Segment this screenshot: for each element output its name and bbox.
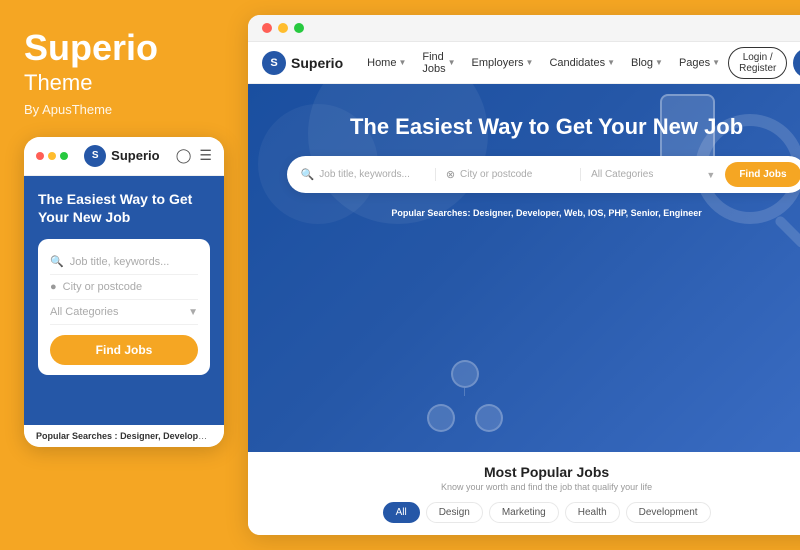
tab-all[interactable]: All: [383, 502, 420, 523]
popular-label: Popular Searches:: [391, 208, 470, 218]
mobile-category-placeholder: All Categories: [50, 306, 118, 318]
desktop-location-field[interactable]: ⊗ City or postcode: [436, 168, 581, 181]
desktop-dot-red: [262, 23, 272, 33]
desktop-search-bar: 🔍 Job title, keywords... ⊗ City or postc…: [287, 156, 800, 193]
mobile-mockup: S Superio ◯ ☰ The Easiest Way to Get You…: [24, 137, 224, 447]
nav-link-home[interactable]: Home ▼: [359, 51, 414, 75]
tab-health[interactable]: Health: [565, 502, 620, 523]
dropdown-arrow-icon: ▼: [188, 307, 198, 318]
popular-tags: Designer, Developer, Web,: [120, 431, 224, 441]
mobile-keyword-placeholder: Job title, keywords...: [70, 256, 170, 268]
desktop-dot-green: [294, 23, 304, 33]
desktop-find-jobs-button[interactable]: Find Jobs: [725, 162, 800, 187]
popular-tags: Designer, Developer, Web, IOS, PHP, Seni…: [473, 208, 702, 218]
desktop-nav: S Superio Home ▼ Find Jobs ▼ Employers ▼…: [248, 42, 800, 84]
menu-icon[interactable]: ☰: [199, 147, 212, 164]
most-popular-jobs-title: Most Popular Jobs: [268, 464, 800, 480]
desktop-bottom-section: Most Popular Jobs Know your worth and fi…: [248, 452, 800, 535]
tab-development[interactable]: Development: [626, 502, 711, 523]
location-pin-icon: ⊗: [446, 168, 455, 181]
desktop-nav-links: Home ▼ Find Jobs ▼ Employers ▼ Candidate…: [359, 51, 728, 75]
keyword-placeholder: Job title, keywords...: [319, 169, 410, 180]
tab-design[interactable]: Design: [426, 502, 483, 523]
popular-label: Popular Searches :: [36, 431, 118, 441]
hero-org-chart: [427, 360, 503, 432]
org-row: [427, 404, 503, 432]
desktop-dot-yellow: [278, 23, 288, 33]
tab-marketing[interactable]: Marketing: [489, 502, 559, 523]
search-icon: 🔍: [301, 168, 315, 181]
mobile-location-row[interactable]: ● City or postcode: [50, 275, 198, 300]
popular-searches-text: Popular Searches: Designer, Developer, W…: [391, 208, 701, 218]
desktop-logo-icon: S: [262, 51, 286, 75]
mobile-keyword-row[interactable]: 🔍 Job title, keywords...: [50, 249, 198, 275]
nav-link-pages[interactable]: Pages ▼: [671, 51, 728, 75]
location-icon: ●: [50, 281, 57, 293]
chevron-down-icon: ▼: [655, 58, 663, 67]
login-register-button[interactable]: Login / Register: [728, 47, 787, 79]
org-circle-left: [427, 404, 455, 432]
mobile-top-bar: S Superio ◯ ☰: [24, 137, 224, 176]
mobile-hero: The Easiest Way to Get Your New Job 🔍 Jo…: [24, 176, 224, 425]
mobile-logo: S Superio: [84, 145, 159, 167]
org-circle-top: [451, 360, 479, 388]
desktop-nav-logo[interactable]: S Superio: [262, 51, 343, 75]
location-placeholder: City or postcode: [460, 169, 532, 180]
brand-title: Superio Theme By ApusTheme: [24, 28, 224, 117]
category-placeholder: All Categories: [591, 169, 653, 180]
desktop-mockup: S Superio Home ▼ Find Jobs ▼ Employers ▼…: [248, 15, 800, 535]
right-panel: S Superio Home ▼ Find Jobs ▼ Employers ▼…: [248, 0, 800, 550]
chevron-down-icon: ▼: [448, 58, 456, 67]
mobile-search-box: 🔍 Job title, keywords... ● City or postc…: [38, 239, 210, 375]
mobile-window-dots: [36, 152, 68, 160]
mobile-hero-title: The Easiest Way to Get Your New Job: [38, 190, 210, 228]
mobile-logo-text: Superio: [111, 148, 159, 163]
dot-red: [36, 152, 44, 160]
dot-yellow: [48, 152, 56, 160]
nav-link-blog[interactable]: Blog ▼: [623, 51, 671, 75]
nav-link-employers[interactable]: Employers ▼: [464, 51, 542, 75]
left-panel: Superio Theme By ApusTheme S Superio ◯ ☰…: [0, 0, 248, 550]
desktop-category-field[interactable]: All Categories ▼: [581, 169, 725, 180]
mobile-location-placeholder: City or postcode: [63, 281, 142, 293]
search-icon: 🔍: [50, 255, 64, 268]
mobile-category-row[interactable]: All Categories ▼: [50, 300, 198, 325]
category-chevron-icon: ▼: [706, 170, 715, 180]
desktop-popular-searches: Popular Searches: Designer, Developer, W…: [268, 203, 800, 221]
org-circle-right: [475, 404, 503, 432]
mobile-logo-icon: S: [84, 145, 106, 167]
add-job-button[interactable]: Add Job: [793, 48, 800, 78]
nav-link-candidates[interactable]: Candidates ▼: [541, 51, 623, 75]
desktop-logo-text: Superio: [291, 55, 343, 71]
chevron-down-icon: ▼: [526, 58, 534, 67]
most-popular-jobs-subtitle: Know your worth and find the job that qu…: [268, 482, 800, 492]
chevron-down-icon: ▼: [607, 58, 615, 67]
dot-green: [60, 152, 68, 160]
org-line: [464, 388, 465, 396]
desktop-nav-buttons: Login / Register Add Job: [728, 47, 800, 79]
nav-link-find-jobs[interactable]: Find Jobs ▼: [414, 51, 463, 75]
desktop-hero-title: The Easiest Way to Get Your New Job: [268, 114, 800, 140]
desktop-keyword-field[interactable]: 🔍 Job title, keywords...: [301, 168, 436, 181]
desktop-hero: The Easiest Way to Get Your New Job 🔍 Jo…: [248, 84, 800, 452]
mobile-nav-icons: ◯ ☰: [176, 147, 212, 164]
chevron-down-icon: ▼: [398, 58, 406, 67]
chevron-down-icon: ▼: [712, 58, 720, 67]
user-icon[interactable]: ◯: [176, 147, 192, 164]
mobile-popular-searches: Popular Searches : Designer, Developer, …: [24, 425, 224, 447]
mobile-find-jobs-button[interactable]: Find Jobs: [50, 335, 198, 365]
desktop-top-bar: [248, 15, 800, 42]
filter-tabs: All Design Marketing Health Development: [268, 502, 800, 523]
